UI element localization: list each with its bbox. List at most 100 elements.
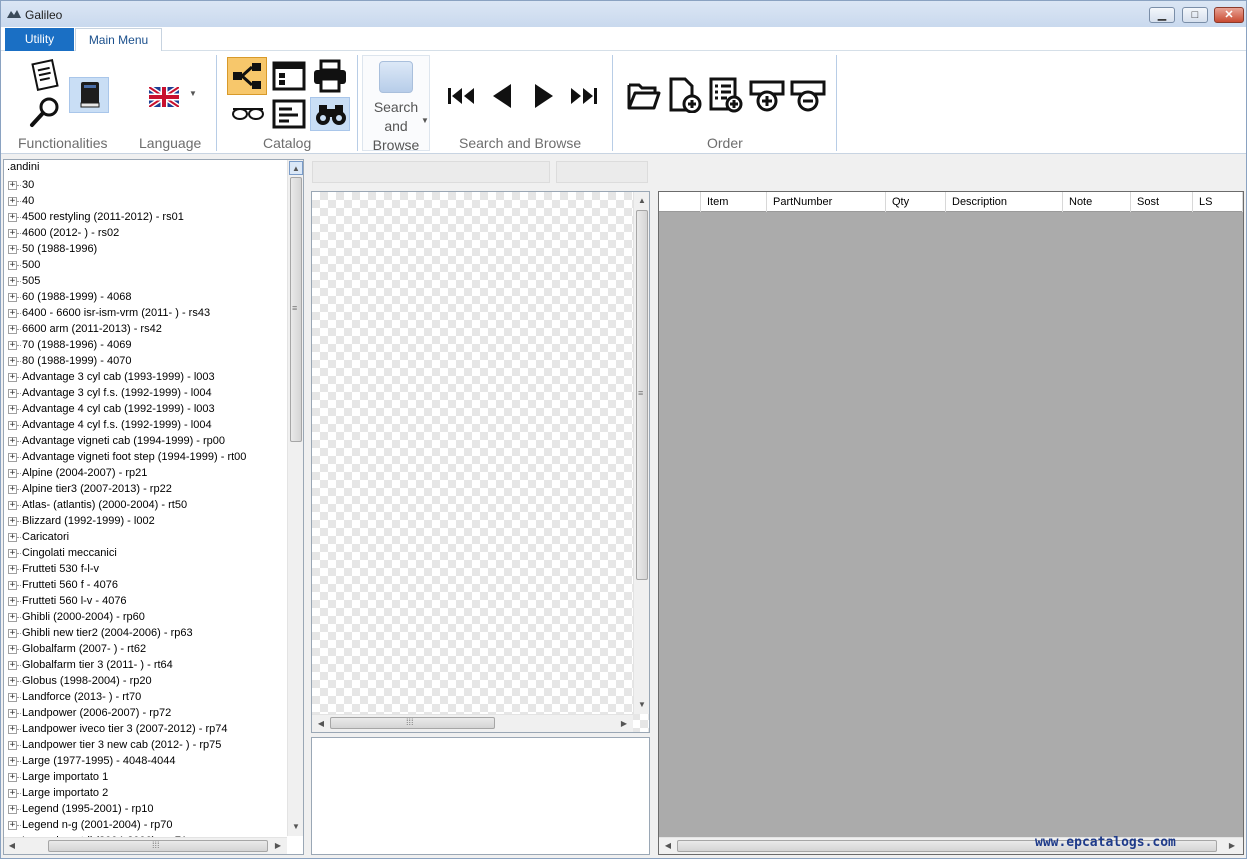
next-icon[interactable] (533, 83, 555, 109)
tree-item[interactable]: +4600 (2012- ) - rs02 (4, 225, 286, 241)
expand-icon[interactable]: + (8, 421, 17, 430)
expand-icon[interactable]: + (8, 789, 17, 798)
viewer-scroll-up-icon[interactable]: ▲ (635, 194, 649, 208)
expand-icon[interactable]: + (8, 725, 17, 734)
maximize-button[interactable]: □ (1182, 7, 1208, 23)
tree-vertical-scrollbar[interactable]: ▲ ≡ ▼ (287, 160, 303, 836)
language-dropdown-icon[interactable]: ▼ (189, 89, 197, 98)
tree-item[interactable]: +500 (4, 257, 286, 273)
grid-column-header[interactable]: Description (946, 192, 1063, 212)
grid-scroll-right-icon[interactable]: ▶ (1225, 839, 1239, 853)
expand-icon[interactable]: + (8, 245, 17, 254)
viewer-vertical-scrollbar[interactable]: ▲ ≡ ▼ (633, 192, 649, 714)
scroll-right-icon[interactable]: ▶ (271, 839, 285, 853)
expand-icon[interactable]: + (8, 741, 17, 750)
expand-icon[interactable]: + (8, 565, 17, 574)
tree-item[interactable]: + Advantage vigneti cab (1994-1999) - rp0… (4, 433, 286, 449)
grid-column-header[interactable]: PartNumber (767, 192, 886, 212)
tree-item[interactable]: + Blizzard (1992-1999) - l002 (4, 513, 286, 529)
tab-main-menu[interactable]: Main Menu (75, 28, 162, 52)
tree-item[interactable]: + Ghibli (2000-2004) - rp60 (4, 609, 286, 625)
expand-icon[interactable]: + (8, 613, 17, 622)
tree-item[interactable]: +40 (4, 193, 286, 209)
minimize-button[interactable]: ▁ (1149, 7, 1175, 23)
search-and-browse-button[interactable]: Search and Browse ▼ (362, 55, 430, 153)
tree-item[interactable]: +70 (1988-1996) - 4069 (4, 337, 286, 353)
tree-item[interactable]: + Frutteti 560 l-v - 4076 (4, 593, 286, 609)
glasses-icon[interactable] (231, 105, 265, 121)
catalog-book-button[interactable] (69, 77, 109, 113)
expand-icon[interactable]: + (8, 773, 17, 782)
grid-column-header[interactable]: Sost (1131, 192, 1193, 212)
expand-icon[interactable]: + (8, 213, 17, 222)
expand-icon[interactable]: + (8, 229, 17, 238)
expand-icon[interactable]: + (8, 533, 17, 542)
expand-icon[interactable]: + (8, 645, 17, 654)
search-icon[interactable] (27, 95, 63, 129)
tree-item[interactable]: + Landpower tier 3 new cab (2012- ) - rp7… (4, 737, 286, 753)
catalog-tree[interactable]: .andini +30 +40 +4500 restyling (2011-2012… (3, 159, 304, 855)
viewer-scroll-down-icon[interactable]: ▼ (635, 698, 649, 712)
drawing-viewer[interactable]: ▲ ≡ ▼ ◀ ⁞⁞⁞ ▶ (311, 191, 650, 733)
previous-icon[interactable] (491, 83, 513, 109)
expand-icon[interactable]: + (8, 757, 17, 766)
table-view-icon[interactable] (272, 61, 306, 91)
expand-icon[interactable]: + (8, 341, 17, 350)
tree-item[interactable]: + Legend (1995-2001) - rp10 (4, 801, 286, 817)
expand-icon[interactable]: + (8, 821, 17, 830)
tree-item[interactable]: + Advantage vigneti foot step (1994-1999)… (4, 449, 286, 465)
tree-item[interactable]: +60 (1988-1999) - 4068 (4, 289, 286, 305)
expand-icon[interactable]: + (8, 469, 17, 478)
tree-item[interactable]: + Alpine tier3 (2007-2013) - rp22 (4, 481, 286, 497)
grid-column-header[interactable]: Note (1063, 192, 1131, 212)
expand-icon[interactable]: + (8, 357, 17, 366)
tree-item[interactable]: +30 (4, 177, 286, 193)
viewer-horizontal-scrollbar[interactable]: ◀ ⁞⁞⁞ ▶ (312, 714, 633, 732)
tree-item[interactable]: + Large importato 2 (4, 785, 286, 801)
tree-item[interactable]: + Legend n-g (2001-2004) - rp70 (4, 817, 286, 833)
tree-item[interactable]: + Advantage 3 cyl cab (1993-1999) - l003 (4, 369, 286, 385)
grid-column-header[interactable] (659, 192, 701, 212)
expand-icon[interactable]: + (8, 277, 17, 286)
tree-item[interactable]: + Landpower iveco tier 3 (2007-2012) - rp… (4, 721, 286, 737)
add-list-icon[interactable] (709, 77, 743, 113)
print-icon[interactable] (312, 59, 348, 93)
tree-item[interactable]: + Landpower (2006-2007) - rp72 (4, 705, 286, 721)
add-row-icon[interactable] (749, 79, 785, 113)
tree-item[interactable]: +50 (1988-1996) (4, 241, 286, 257)
expand-icon[interactable]: + (8, 453, 17, 462)
tree-item[interactable]: + Large (1977-1995) - 4048-4044 (4, 753, 286, 769)
expand-icon[interactable]: + (8, 197, 17, 206)
tree-item[interactable]: + Advantage 4 cyl f.s. (1992-1999) - l004 (4, 417, 286, 433)
tree-item[interactable]: + Caricatori (4, 529, 286, 545)
expand-icon[interactable]: + (8, 629, 17, 638)
viewer-scroll-left-icon[interactable]: ◀ (314, 717, 328, 731)
viewer-scroll-right-icon[interactable]: ▶ (617, 717, 631, 731)
tree-item[interactable]: + Globalfarm (2007- ) - rt62 (4, 641, 286, 657)
parts-grid[interactable]: Item PartNumber Qty Description Note Sost LS ◀… (658, 191, 1244, 855)
uk-flag-icon[interactable] (149, 87, 179, 107)
list-view-icon[interactable] (272, 99, 306, 129)
expand-icon[interactable]: + (8, 437, 17, 446)
expand-icon[interactable]: + (8, 181, 17, 190)
last-page-icon[interactable] (570, 87, 598, 105)
tree-item[interactable]: +4500 restyling (2011-2012) - rs01 (4, 209, 286, 225)
expand-icon[interactable]: + (8, 325, 17, 334)
expand-icon[interactable]: + (8, 517, 17, 526)
tree-item[interactable]: + Globus (1998-2004) - rp20 (4, 673, 286, 689)
scroll-down-icon[interactable]: ▼ (289, 820, 303, 834)
expand-icon[interactable]: + (8, 309, 17, 318)
tree-view-button[interactable] (227, 57, 267, 95)
tree-item[interactable]: + Atlas- (atlantis) (2000-2004) - rt50 (4, 497, 286, 513)
first-page-icon[interactable] (447, 87, 475, 105)
open-folder-icon[interactable] (627, 79, 661, 111)
expand-icon[interactable]: + (8, 677, 17, 686)
expand-icon[interactable]: + (8, 389, 17, 398)
tree-item[interactable]: +80 (1988-1999) - 4070 (4, 353, 286, 369)
tree-item[interactable]: + Frutteti 560 f - 4076 (4, 577, 286, 593)
tree-item[interactable]: + Alpine (2004-2007) - rp21 (4, 465, 286, 481)
expand-icon[interactable]: + (8, 501, 17, 510)
tree-horizontal-scrollbar[interactable]: ◀ ⁞⁞⁞ ▶ (4, 837, 287, 854)
remove-row-icon[interactable] (790, 79, 826, 113)
grid-column-header[interactable]: LS (1193, 192, 1243, 212)
